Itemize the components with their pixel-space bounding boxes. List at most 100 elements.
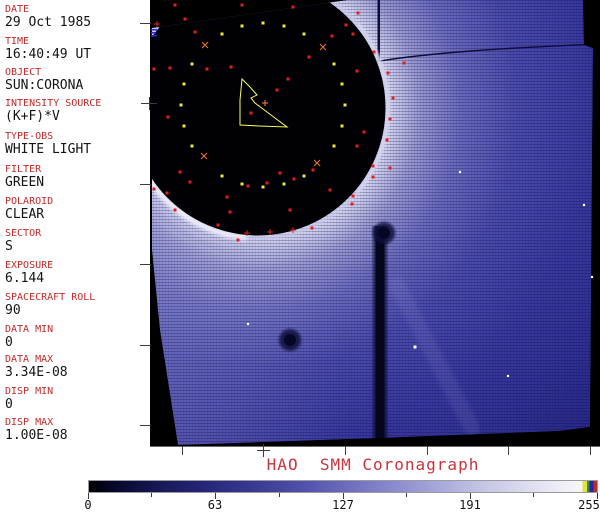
frame-tick-bottom — [182, 446, 183, 455]
star-speck — [246, 322, 250, 326]
meta-label: DISP MAX — [5, 417, 54, 428]
red-fiducial-dot — [229, 65, 233, 69]
colorbar-tick-label: 0 — [84, 498, 92, 512]
meta-label: INTENSITY SOURCE — [5, 98, 102, 109]
colorbar-tick-label: 63 — [207, 498, 223, 512]
star-speck — [458, 170, 462, 174]
metadata-row-disp-min: DISP MIN 0 — [5, 386, 150, 412]
metadata-row-filter: FILTER GREEN — [5, 164, 150, 190]
yellow-fiducial-dot — [282, 182, 286, 186]
yellow-fiducial-dot — [302, 174, 306, 178]
red-fiducial-dot — [152, 67, 156, 71]
star-speck — [590, 275, 594, 279]
star-speck — [582, 203, 586, 207]
meta-value: 0 — [5, 397, 13, 412]
red-fiducial-dot — [286, 77, 290, 81]
red-fiducial-dot — [310, 226, 314, 230]
colorbar-tick-label: 191 — [459, 498, 481, 512]
frame-tick-bottom — [508, 446, 509, 455]
red-fiducial-dot — [330, 34, 334, 38]
blue-annotation-mark — [151, 29, 157, 31]
red-fiducial-dot — [152, 187, 156, 191]
yellow-fiducial-dot — [190, 144, 194, 148]
red-fiducial-dot — [350, 202, 354, 206]
colorbar-major-tick — [215, 493, 216, 499]
frame-tick-left — [140, 23, 151, 24]
metadata-row-intensity-source: INTENSITY SOURCE (K+F)*V — [5, 98, 150, 124]
meta-label: EXPOSURE — [5, 260, 54, 271]
metadata-row-time: TIME 16:40:49 UT — [5, 36, 150, 62]
red-fiducial-dot — [291, 5, 295, 9]
colorbar-major-tick — [88, 493, 89, 499]
yellow-fiducial-dot — [332, 62, 336, 66]
star-speck — [413, 345, 417, 349]
frame-tick-bottom-plus — [257, 450, 270, 451]
red-fiducial-dot — [173, 208, 177, 212]
star-speck — [506, 374, 510, 378]
red-fiducial-dot — [288, 208, 292, 212]
yellow-fiducial-dot — [261, 21, 265, 25]
meta-label: DATE — [5, 4, 30, 15]
red-fiducial-dot — [246, 184, 250, 188]
frame-tick-left — [140, 184, 151, 185]
red-fiducial-dot — [362, 130, 366, 134]
meta-value: SUN:CORONA — [5, 78, 84, 93]
yellow-fiducial-dot — [179, 103, 183, 107]
red-fiducial-dot — [328, 188, 332, 192]
metadata-row-polaroid: POLAROID CLEAR — [5, 196, 150, 222]
coronagraph-image-canvas[interactable] — [150, 0, 600, 447]
metadata-row-type-obs: TYPE-OBS WHITE LIGHT — [5, 131, 150, 157]
meta-label: SPACECRAFT ROLL — [5, 292, 96, 303]
red-fiducial-dot — [165, 191, 169, 195]
yellow-fiducial-dot — [340, 82, 344, 86]
red-fiducial-dot — [292, 177, 296, 181]
colorbar-major-tick — [470, 493, 471, 499]
meta-value: 16:40:49 UT — [5, 47, 92, 62]
meta-label: OBJECT — [5, 67, 42, 78]
metadata-row-object: OBJECT SUN:CORONA — [5, 67, 150, 93]
yellow-fiducial-dot — [343, 103, 347, 107]
red-fiducial-dot — [205, 67, 209, 71]
red-cross-mark — [154, 21, 160, 27]
meta-label: DISP MIN — [5, 386, 54, 397]
red-fiducial-dot — [307, 55, 311, 59]
intensity-colorbar — [88, 480, 598, 493]
frame-tick-bottom — [345, 446, 346, 455]
red-fiducial-dot — [355, 144, 359, 148]
meta-value: GREEN — [5, 175, 45, 190]
yellow-fiducial-dot — [182, 124, 186, 128]
coronagraph-image — [151, 0, 594, 445]
red-fiducial-dot — [278, 171, 282, 175]
red-fiducial-dot — [388, 117, 392, 121]
yellow-fiducial-dot — [240, 182, 244, 186]
colorbar-minor-tick — [279, 493, 280, 497]
red-fiducial-dot — [168, 66, 172, 70]
metadata-row-sector: SECTOR S — [5, 228, 150, 254]
metadata-row-exposure: EXPOSURE 6.144 — [5, 260, 150, 286]
red-fiducial-dot — [216, 223, 220, 227]
meta-value: CLEAR — [5, 207, 45, 222]
meta-label: SECTOR — [5, 228, 42, 239]
frame-tick-left — [140, 345, 151, 346]
yellow-fiducial-dot — [182, 82, 186, 86]
red-fiducial-dot — [391, 96, 395, 100]
meta-value: 90 — [5, 303, 21, 318]
image-title: HAO SMM Coronagraph — [266, 455, 480, 474]
red-fiducial-dot — [225, 195, 229, 199]
meta-value: S — [5, 239, 13, 254]
red-fiducial-dot — [265, 181, 269, 185]
red-fiducial-dot — [388, 166, 392, 170]
yellow-fiducial-dot — [302, 32, 306, 36]
meta-value: WHITE LIGHT — [5, 142, 92, 157]
yellow-fiducial-dot — [282, 24, 286, 28]
colorbar-minor-tick — [533, 493, 534, 497]
meta-label: POLAROID — [5, 196, 54, 207]
red-fiducial-dot — [188, 180, 192, 184]
red-fiducial-dot — [173, 3, 177, 7]
yellow-fiducial-dot — [332, 144, 336, 148]
red-fiducial-dot — [236, 238, 240, 242]
meta-value: 0 — [5, 335, 13, 350]
frame-tick-bottom — [427, 446, 428, 455]
metadata-panel: DATE 29 Oct 1985 TIME 16:40:49 UT OBJECT SU… — [0, 0, 150, 446]
red-fiducial-dot — [351, 194, 355, 198]
